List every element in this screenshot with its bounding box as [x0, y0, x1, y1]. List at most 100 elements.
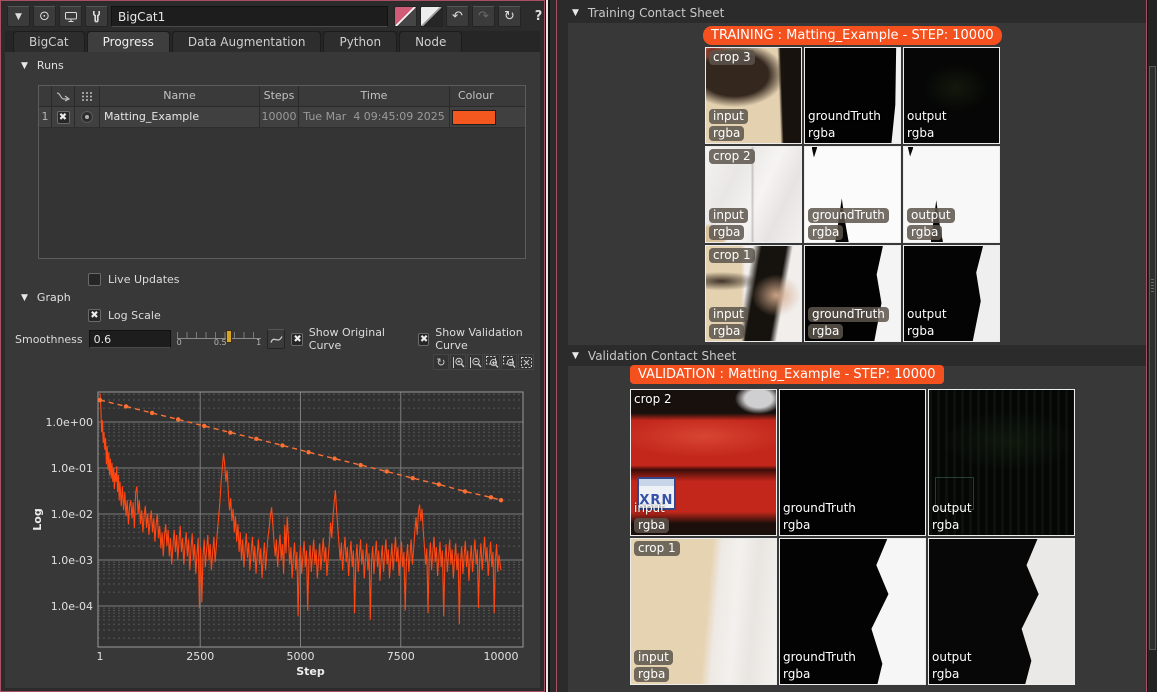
name-column-header[interactable]: Name — [99, 86, 259, 106]
undo-button[interactable]: ↶ — [446, 6, 469, 27]
log-scale-label: Log Scale — [108, 309, 161, 322]
run-row[interactable]: 1 Matting_Example 10000 Tue Mar 4 09:45:… — [39, 107, 525, 128]
smoothness-input[interactable] — [89, 330, 171, 348]
smoothness-control: Smoothness 0 0.5 1 Show Original Curve S… — [15, 326, 544, 352]
fit-view-icon — [520, 356, 533, 369]
run-select-radio[interactable] — [81, 111, 93, 123]
tab-python[interactable]: Python — [323, 31, 397, 52]
layer-label: output — [907, 208, 955, 223]
revert-button[interactable]: ↻ — [498, 6, 521, 27]
layer-label: input — [634, 650, 673, 665]
collapse-triangle-icon: ▼ — [21, 293, 28, 303]
steps-column-header[interactable]: Steps — [259, 86, 298, 106]
contact-sheet-panel: ▼ Training Contact Sheet TRAINING : Matt… — [550, 0, 1157, 692]
show-original-curve-checkbox[interactable] — [291, 333, 303, 346]
run-enabled-checkbox[interactable] — [57, 111, 70, 124]
panel-menu-button[interactable]: ▼ — [7, 6, 30, 27]
curve-column-header[interactable] — [51, 86, 74, 106]
collapse-triangle-icon: ▼ — [572, 351, 579, 361]
panel-focus-border — [556, 0, 557, 692]
refresh-graph-button[interactable]: ↻ — [433, 354, 449, 370]
menu-triangle-icon: ▼ — [15, 12, 22, 22]
validation-crop1-groundtruth-thumbnail: groundTruth rgba — [779, 538, 926, 685]
validation-row-crop2: crop 2 XRN input rgba groundTruth rgba o… — [630, 389, 1075, 536]
vertical-scrollbar[interactable] — [1147, 0, 1157, 692]
center-node-button[interactable]: ⊙ — [33, 6, 56, 27]
properties-titlebar: ▼ ⊙ ↶ ↷ ↻ ? ✕ — [5, 3, 540, 30]
training-crop2-input-thumbnail: crop 2 input rgba — [705, 146, 802, 243]
channel-label: rgba — [709, 324, 744, 339]
live-updates-label: Live Updates — [108, 273, 180, 286]
redo-button[interactable]: ↷ — [472, 6, 495, 27]
monitor-button[interactable] — [59, 6, 82, 27]
validation-crop2-input-thumbnail: crop 2 XRN input rgba — [630, 389, 777, 536]
training-crop1-input-thumbnail: crop 1 input rgba — [705, 245, 802, 342]
curve-icon — [56, 91, 70, 102]
zoom-out-box-button[interactable] — [501, 354, 517, 370]
monitor-icon — [64, 10, 78, 23]
zoom-in-x-button[interactable] — [450, 354, 466, 370]
colour-column-header[interactable]: Colour — [449, 86, 525, 106]
channel-label: rgba — [709, 225, 744, 240]
training-row-crop2: crop 2 input rgba groundTruth rgba outpu… — [705, 146, 1000, 243]
runs-section-header[interactable]: ▼ Runs — [21, 59, 64, 72]
smoothing-curve-button[interactable] — [267, 329, 285, 349]
layer-label: input — [634, 501, 665, 516]
grid-column-header[interactable] — [74, 86, 99, 106]
graph-section-header[interactable]: ▼ Graph — [21, 291, 71, 304]
zoom-in-box-button[interactable] — [484, 354, 500, 370]
training-crop3-input-thumbnail: crop 3 input rgba — [705, 47, 802, 144]
smoothness-label: Smoothness — [15, 333, 83, 346]
tab-node[interactable]: Node — [399, 31, 462, 52]
slider-tick-0: 0 — [177, 338, 182, 347]
fit-graph-button[interactable] — [518, 354, 534, 370]
tab-data-augmentation[interactable]: Data Augmentation — [172, 31, 322, 52]
run-row-index: 1 — [39, 107, 51, 127]
training-crop3-groundtruth-thumbnail: groundTruth rgba — [804, 47, 901, 144]
training-row-crop1: crop 1 input rgba groundTruth rgba outpu… — [705, 245, 1000, 342]
layer-label: output — [907, 109, 947, 124]
zoom-out-x-button[interactable] — [467, 354, 483, 370]
tab-bigcat[interactable]: BigCat — [13, 31, 85, 52]
properties-tabbar: BigCat Progress Data Augmentation Python… — [5, 31, 540, 52]
channel-label: rgba — [783, 518, 810, 533]
log-scale-checkbox[interactable] — [88, 309, 101, 322]
channel-label: rgba — [709, 126, 744, 141]
layer-label: groundTruth — [808, 208, 889, 223]
collapse-triangle-icon: ▼ — [572, 8, 579, 18]
tab-progress[interactable]: Progress — [87, 31, 170, 52]
wrench-icon — [90, 10, 103, 23]
channel-label: rgba — [808, 225, 843, 240]
layer-label: input — [709, 307, 748, 322]
validation-crop2-groundtruth-thumbnail: groundTruth rgba — [779, 389, 926, 536]
log-scale-control: Log Scale — [88, 309, 161, 322]
svg-text:1.0e+00: 1.0e+00 — [46, 416, 93, 429]
live-updates-checkbox[interactable] — [88, 273, 101, 286]
run-colour-swatch[interactable] — [452, 110, 496, 125]
node-name-input[interactable] — [111, 6, 388, 27]
graph-section-label: Graph — [37, 291, 71, 304]
loss-graph[interactable]: 1.0e+001.0e-011.0e-021.0e-031.0e-0412500… — [1, 379, 544, 681]
collapse-triangle-icon: ▼ — [21, 61, 28, 71]
graph-toolbar: ↻ — [433, 354, 534, 370]
gl-colour-button[interactable] — [420, 6, 443, 27]
channel-label: rgba — [907, 126, 934, 141]
node-colour-button[interactable] — [394, 6, 417, 27]
training-sheet-header[interactable]: ▼ Training Contact Sheet — [572, 6, 724, 20]
channel-label: rgba — [907, 324, 934, 339]
zoom-out-bar-icon — [469, 356, 482, 369]
svg-text:1.0e-01: 1.0e-01 — [51, 462, 93, 475]
time-column-header[interactable]: Time — [298, 86, 449, 106]
validation-sheet-header[interactable]: ▼ Validation Contact Sheet — [572, 349, 736, 363]
crop-label: crop 1 — [634, 541, 680, 556]
validation-crop1-output-thumbnail: output rgba — [928, 538, 1075, 685]
properties-panel: ▼ ⊙ ↶ ↷ ↻ ? ✕ BigCat Progress D — [0, 0, 545, 692]
show-validation-curve-checkbox[interactable] — [418, 333, 430, 346]
layer-label: groundTruth — [783, 650, 856, 665]
settings-button[interactable] — [85, 6, 108, 27]
channel-label: rgba — [808, 324, 843, 339]
validation-crop1-input-thumbnail: crop 1 input rgba — [630, 538, 777, 685]
scrollbar-thumb[interactable] — [1149, 66, 1156, 650]
svg-text:Log: Log — [31, 508, 44, 530]
smoothness-slider[interactable]: 0 0.5 1 — [177, 330, 262, 348]
